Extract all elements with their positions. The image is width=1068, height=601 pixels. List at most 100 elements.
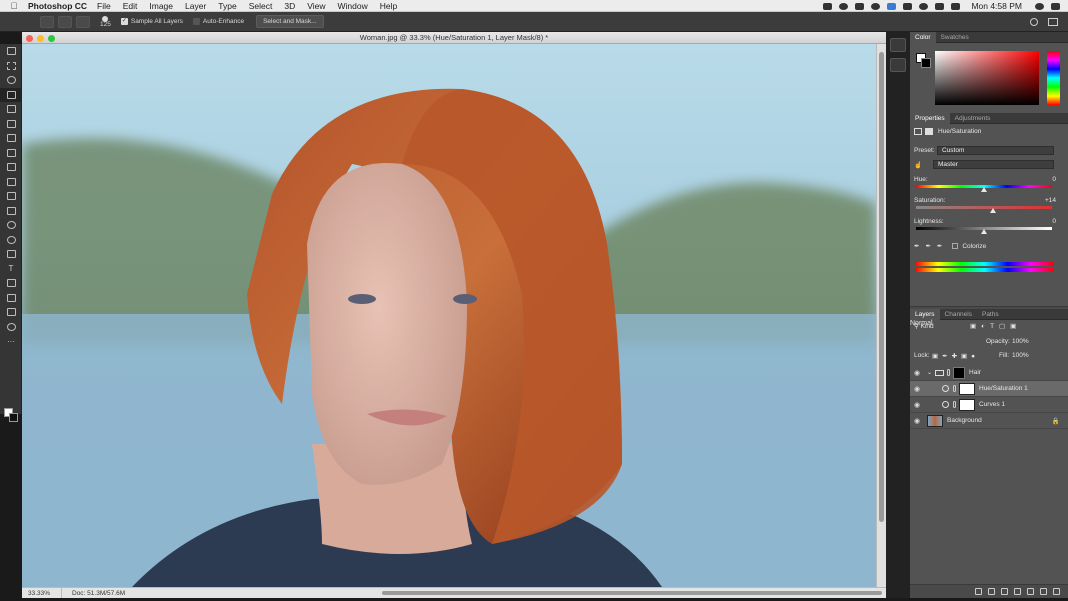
new-adjustment-icon[interactable] [1014, 588, 1021, 595]
marquee-tool-icon[interactable] [0, 59, 22, 74]
minimize-window-icon[interactable] [37, 34, 44, 42]
eyedropper-tool-icon[interactable] [0, 117, 22, 132]
link-layers-icon[interactable] [975, 588, 982, 595]
move-tool-icon[interactable] [0, 44, 22, 59]
link-icon[interactable] [947, 369, 951, 376]
targeted-adjustment-icon[interactable]: ☝ [914, 161, 922, 169]
workspace-icon[interactable] [1048, 17, 1058, 26]
layer-name-curves[interactable]: Curves 1 [979, 401, 1005, 408]
record-icon[interactable] [839, 2, 849, 10]
lightness-slider-thumb[interactable] [981, 229, 987, 234]
menu-layer[interactable]: Layer [185, 1, 206, 11]
lock-icons[interactable]: ▣✒✚▣● [932, 352, 979, 360]
tab-adjustments[interactable]: Adjustments [950, 115, 996, 122]
horizontal-scrollbar[interactable] [182, 588, 886, 598]
sample-all-layers-checkbox[interactable]: ✓ [120, 18, 128, 25]
image-canvas[interactable] [22, 44, 876, 587]
add-mask-icon[interactable] [1001, 588, 1008, 595]
clock[interactable]: Mon 4:58 PM [971, 1, 1022, 11]
background-color-swatch[interactable] [9, 413, 18, 422]
mask-icon[interactable] [925, 128, 933, 135]
layer-row[interactable]: ◉ Hue/Saturation 1 [910, 381, 1068, 397]
time-machine-icon[interactable] [903, 2, 913, 10]
eyedropper-icon[interactable]: ✒ [914, 242, 919, 250]
wifi-icon[interactable] [919, 2, 929, 10]
zoom-level[interactable]: 33.33% [22, 588, 62, 598]
auto-enhance-checkbox[interactable] [192, 18, 200, 25]
lightness-slider[interactable] [916, 227, 1052, 234]
layer-row[interactable]: ◉ Curves 1 [910, 397, 1068, 413]
history-panel-icon[interactable] [890, 38, 906, 52]
layer-style-icon[interactable] [988, 588, 995, 595]
brush-size-picker[interactable]: 125 [100, 15, 111, 28]
tab-channels[interactable]: Channels [940, 311, 977, 318]
volume-icon[interactable] [935, 2, 945, 10]
saturation-slider-thumb[interactable] [990, 208, 996, 213]
link-icon[interactable] [953, 385, 956, 392]
tab-paths[interactable]: Paths [977, 311, 1004, 318]
tab-properties[interactable]: Properties [910, 112, 950, 124]
fill-value[interactable]: 100% [1012, 352, 1029, 359]
rectangle-tool-icon[interactable] [0, 291, 22, 306]
blur-tool-icon[interactable] [0, 218, 22, 233]
hscroll-thumb[interactable] [382, 591, 882, 595]
sync-icon[interactable] [871, 2, 881, 10]
zoom-tool-icon[interactable] [0, 320, 22, 335]
clone-stamp-tool-icon[interactable] [0, 160, 22, 175]
eye-icon[interactable]: ◉ [910, 401, 924, 409]
eyedropper-plus-icon[interactable]: ✒ [925, 242, 930, 250]
filter-icons[interactable]: ▣◐T▢▣ [970, 322, 1021, 330]
chevron-down-icon[interactable]: ⌄ [927, 369, 932, 376]
new-group-icon[interactable] [1027, 588, 1034, 595]
quick-selection-tool-icon[interactable] [40, 15, 54, 28]
more-tools-icon[interactable]: ··· [0, 334, 22, 349]
app-menu[interactable]: Photoshop CC [28, 1, 87, 11]
opacity-value[interactable]: 100% [1012, 338, 1029, 345]
color-field[interactable] [935, 51, 1039, 105]
type-tool-icon[interactable]: T [0, 262, 22, 277]
menu-select[interactable]: Select [249, 1, 273, 11]
menu-file[interactable]: File [97, 1, 111, 11]
document-size[interactable]: Doc: 51.3M/57.6M [62, 588, 182, 598]
dodge-tool-icon[interactable] [0, 233, 22, 248]
layer-name-hair[interactable]: Hair [969, 369, 981, 376]
filter-kind-select[interactable]: ⚲ Kind [914, 322, 960, 330]
hue-slider[interactable] [916, 185, 1052, 192]
tool-presets-panel-icon[interactable] [890, 58, 906, 72]
lasso-tool-icon[interactable] [0, 73, 22, 88]
add-to-selection-icon[interactable] [76, 15, 90, 28]
hue-value[interactable]: 0 [1052, 176, 1056, 183]
eye-icon[interactable]: ◉ [910, 369, 924, 377]
healing-brush-tool-icon[interactable] [0, 131, 22, 146]
saturation-value[interactable]: +14 [1045, 197, 1056, 204]
tab-swatches[interactable]: Swatches [936, 34, 974, 41]
gradient-tool-icon[interactable] [0, 204, 22, 219]
preset-select[interactable]: Custom [937, 146, 1054, 155]
layer-mask-thumbnail[interactable] [959, 398, 975, 411]
apple-icon[interactable]:  [0, 1, 28, 11]
path-selection-tool-icon[interactable] [0, 276, 22, 291]
camera-icon[interactable] [823, 2, 833, 10]
hue-slider-thumb[interactable] [981, 187, 987, 192]
tab-color[interactable]: Color [910, 31, 936, 43]
history-brush-tool-icon[interactable] [0, 175, 22, 190]
search-icon[interactable] [1030, 17, 1038, 26]
select-and-mask-button[interactable]: Select and Mask... [256, 15, 324, 28]
menu-3d[interactable]: 3D [284, 1, 295, 11]
color-background-swatch[interactable] [921, 58, 931, 68]
quick-selection-tool-icon[interactable] [0, 87, 22, 102]
menu-window[interactable]: Window [338, 1, 368, 11]
close-window-icon[interactable] [26, 34, 33, 42]
hue-strip[interactable] [1047, 51, 1060, 105]
notification-center-icon[interactable] [1051, 2, 1060, 10]
saturation-slider[interactable] [916, 206, 1052, 213]
scroll-thumb[interactable] [879, 52, 884, 522]
new-layer-icon[interactable] [1040, 588, 1047, 595]
vertical-scrollbar[interactable] [876, 44, 886, 587]
new-selection-icon[interactable] [58, 15, 72, 28]
spotlight-icon[interactable] [1035, 2, 1044, 10]
layer-thumbnail[interactable] [927, 414, 943, 427]
layer-name-hue-saturation[interactable]: Hue/Saturation 1 [979, 385, 1028, 392]
menu-edit[interactable]: Edit [123, 1, 138, 11]
battery-icon[interactable] [951, 2, 961, 10]
